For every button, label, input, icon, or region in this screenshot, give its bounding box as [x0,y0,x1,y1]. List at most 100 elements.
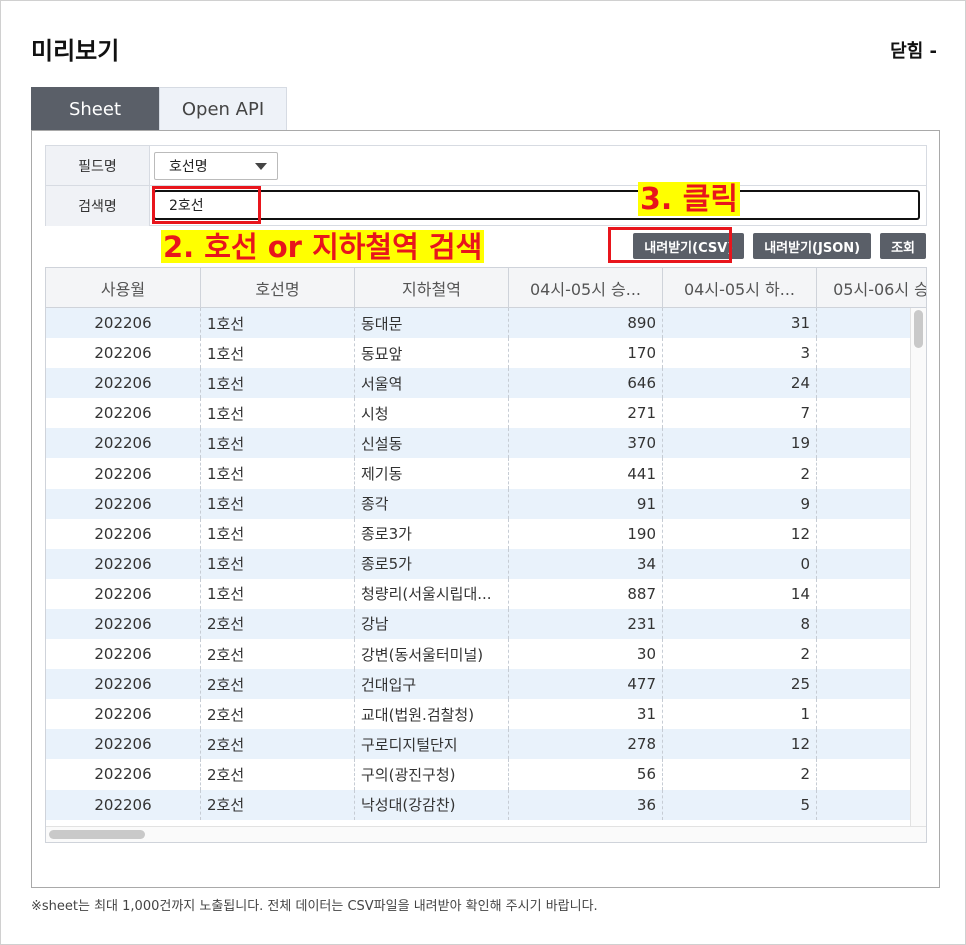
table-cell: 청량리(서울시립대... [355,578,509,609]
csv-highlight-box [608,227,732,263]
table-row[interactable]: 202206 2호선 구의(광진구청) 56 2 [46,759,912,790]
tab-sheet[interactable]: Sheet [31,87,159,131]
table-cell: 강남 [355,608,509,640]
table-row[interactable]: 202206 2호선 구로디지털단지 278 12 [46,729,912,760]
table-cell: 202206 [46,729,201,760]
table-row[interactable]: 202206 2호선 교대(법원.검찰청) 31 1 [46,699,912,730]
column-header[interactable]: 05시-06시 승 [817,268,926,308]
data-grid: 사용월 호선명 지하철역 04시-05시 승... 04시-05시 하... 05시-06… [45,267,927,843]
table-cell: 12 [663,729,817,760]
table-cell [817,428,912,458]
table-cell: 190 [509,518,663,549]
table-cell [817,669,912,699]
table-cell [817,338,912,368]
vertical-scrollbar[interactable] [910,308,926,826]
table-row[interactable]: 202206 2호선 건대입구 477 25 [46,669,912,700]
table-cell: 370 [509,428,663,459]
table-cell: 56 [509,759,663,790]
table-row[interactable]: 202206 1호선 신설동 370 19 [46,428,912,459]
table-cell: 202206 [46,639,201,670]
table-cell: 34 [509,548,663,579]
table-cell: 1호선 [201,308,355,339]
close-button[interactable]: 닫힘 - [890,37,937,63]
column-header[interactable]: 사용월 [46,268,201,308]
table-cell [817,639,912,669]
horizontal-scroll-thumb[interactable] [49,830,145,839]
table-cell: 7 [663,398,817,429]
table-cell: 2 [663,759,817,790]
column-header[interactable]: 04시-05시 승... [509,268,663,308]
table-cell: 646 [509,368,663,399]
table-cell: 202206 [46,458,201,489]
grid-body: 202206 1호선 동대문 890 31 202206 1호선 동묘앞 170 3 202206 1… [46,308,912,826]
table-row[interactable]: 202206 1호선 종각 91 9 [46,488,912,519]
table-cell: 구의(광진구청) [355,759,509,790]
table-cell: 1호선 [201,398,355,429]
table-cell: 278 [509,729,663,760]
table-cell [817,729,912,759]
table-cell: 구로디지털단지 [355,729,509,760]
tab-open-api[interactable]: Open API [159,87,287,131]
horizontal-scrollbar[interactable] [46,826,926,842]
table-cell: 1호선 [201,548,355,579]
table-cell: 시청 [355,398,509,429]
table-cell: 202206 [46,608,201,640]
table-row[interactable]: 202206 2호선 강변(동서울터미널) 30 2 [46,639,912,670]
table-cell: 477 [509,669,663,700]
table-cell: 2 [663,639,817,670]
table-row[interactable]: 202206 2호선 강남 231 8 [46,608,912,640]
table-cell: 건대입구 [355,669,509,700]
table-cell: 202206 [46,428,201,459]
table-cell: 종로5가 [355,548,509,579]
table-cell: 202206 [46,548,201,579]
preview-dialog: 미리보기 닫힘 - Sheet Open API 필드명 호선명 검색명 내려받… [0,0,966,945]
table-cell [817,759,912,789]
download-json-button[interactable]: 내려받기(JSON) [753,233,872,259]
vertical-scroll-thumb[interactable] [914,310,923,348]
field-select-value: 호선명 [169,159,208,175]
table-row[interactable]: 202206 1호선 서울역 646 24 [46,368,912,399]
table-cell: 31 [663,308,817,339]
table-cell: 2 [663,458,817,489]
table-cell: 202206 [46,669,201,700]
field-row: 필드명 호선명 [46,146,926,186]
table-row[interactable]: 202206 1호선 동대문 890 31 [46,308,912,339]
table-cell: 19 [663,428,817,459]
table-cell: 신설동 [355,428,509,459]
table-row[interactable]: 202206 1호선 종로3가 190 12 [46,518,912,549]
table-row[interactable]: 202206 1호선 제기동 441 2 [46,458,912,489]
table-cell [817,519,912,549]
table-row[interactable]: 202206 1호선 청량리(서울시립대... 887 14 [46,578,912,609]
table-cell: 2호선 [201,789,355,820]
table-cell: 202206 [46,578,201,609]
table-cell: 교대(법원.검찰청) [355,699,509,730]
table-cell [817,458,912,488]
table-cell: 제기동 [355,458,509,489]
table-cell: 동대문 [355,308,509,339]
table-cell: 1 [663,699,817,730]
search-field[interactable] [153,190,920,220]
table-cell: 2호선 [201,699,355,730]
table-cell: 서울역 [355,368,509,399]
table-cell: 202206 [46,789,201,820]
table-cell: 2호선 [201,608,355,640]
field-select[interactable]: 호선명 [154,152,278,180]
table-cell: 1호선 [201,428,355,459]
table-row[interactable]: 202206 1호선 동묘앞 170 3 [46,338,912,369]
table-row[interactable]: 202206 1호선 시청 271 7 [46,398,912,429]
table-cell: 202206 [46,488,201,519]
table-cell: 8 [663,608,817,640]
table-cell: 2호선 [201,759,355,790]
table-cell: 1호선 [201,518,355,549]
column-header[interactable]: 호선명 [201,268,355,308]
page-title: 미리보기 [31,37,120,65]
table-cell: 9 [663,488,817,519]
table-row[interactable]: 202206 1호선 종로5가 34 0 [46,548,912,579]
column-header[interactable]: 04시-05시 하... [663,268,817,308]
table-cell: 2호선 [201,729,355,760]
query-button[interactable]: 조회 [880,233,926,259]
table-cell: 202206 [46,338,201,369]
table-cell: 36 [509,789,663,820]
table-row[interactable]: 202206 2호선 낙성대(강감찬) 36 5 [46,789,912,820]
column-header[interactable]: 지하철역 [355,268,509,308]
